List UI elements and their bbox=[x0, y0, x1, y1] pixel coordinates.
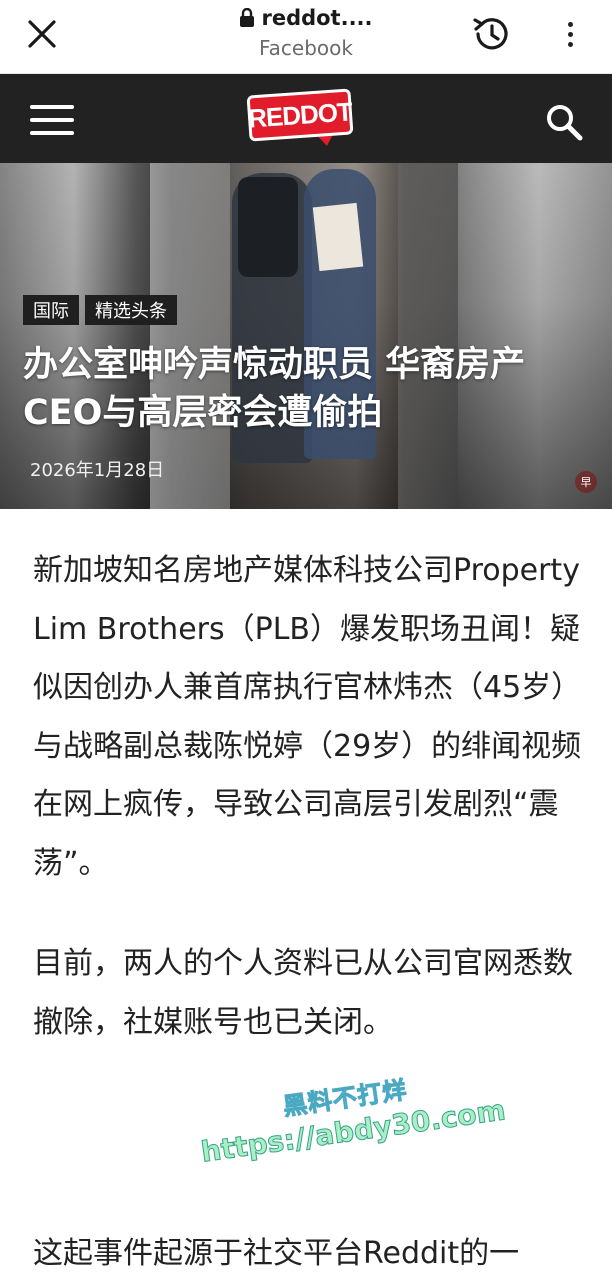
browser-toolbar: reddot.... Facebook bbox=[0, 0, 612, 74]
source-label: Facebook bbox=[259, 36, 353, 60]
category-tags: 国际 精选头条 bbox=[23, 295, 177, 325]
watermark-overlay: 黑料不打烊 https://abdy30.com bbox=[194, 1058, 508, 1209]
article-paragraph: 这起事件起源于社交平台Reddit的一 bbox=[33, 1236, 520, 1271]
close-icon[interactable] bbox=[22, 14, 62, 54]
article-title: 办公室呻吟声惊动职员 华裔房产CEO与高层密会遭偷拍 bbox=[23, 345, 526, 433]
lock-icon bbox=[239, 7, 255, 28]
search-icon[interactable] bbox=[544, 102, 584, 142]
hamburger-menu-icon[interactable] bbox=[30, 105, 74, 135]
article-paragraph: 目前，两人的个人资料已从公司官网悉数撤除，社媒账号也已关闭。 bbox=[33, 946, 573, 1040]
url-text: reddot.... bbox=[261, 6, 373, 30]
history-icon[interactable] bbox=[470, 12, 514, 56]
tag-featured[interactable]: 精选头条 bbox=[85, 295, 177, 325]
tag-international[interactable]: 国际 bbox=[23, 295, 79, 325]
address-display[interactable]: reddot.... Facebook bbox=[150, 4, 462, 60]
article-paragraph: 新加坡知名房地产媒体科技公司Property Lim Brothers（PLB）… bbox=[33, 553, 582, 881]
site-header: REDDOT bbox=[0, 74, 612, 163]
logo-text: REDDOT bbox=[247, 95, 353, 134]
site-logo[interactable]: REDDOT bbox=[246, 86, 354, 148]
photo-watermark-icon: 早 bbox=[575, 471, 597, 493]
more-vertical-icon[interactable] bbox=[556, 14, 584, 54]
publish-date: 2026年1月28日 bbox=[30, 460, 165, 481]
